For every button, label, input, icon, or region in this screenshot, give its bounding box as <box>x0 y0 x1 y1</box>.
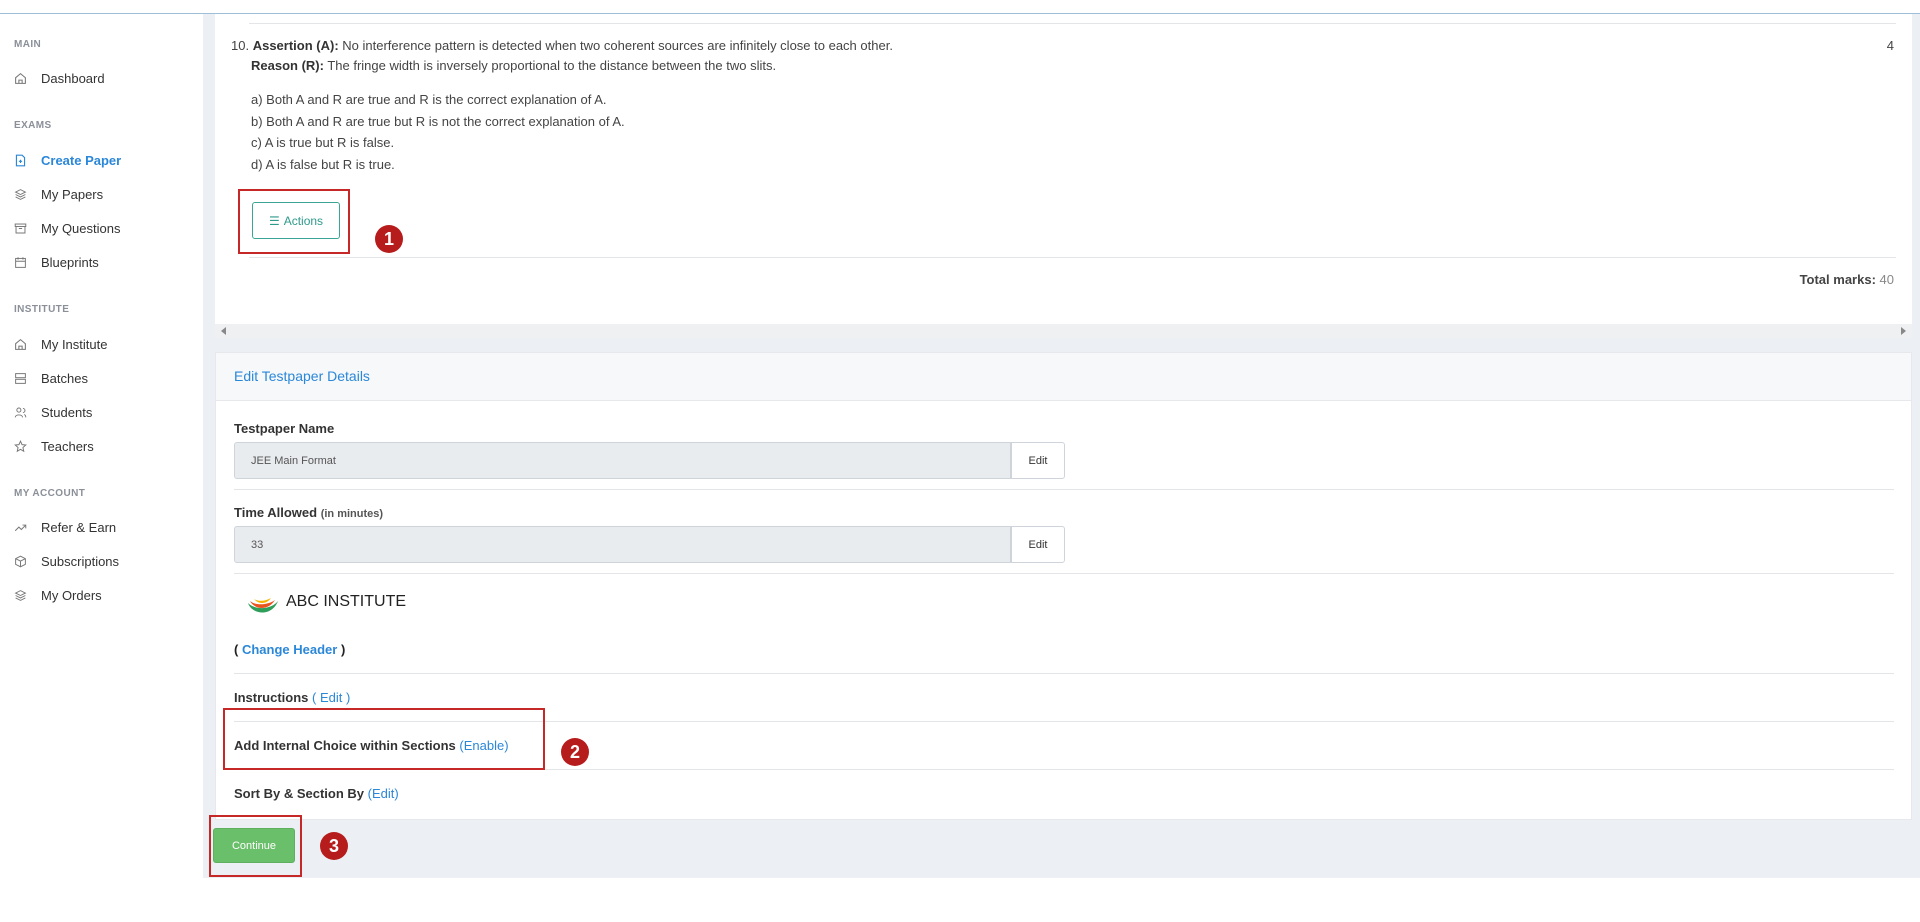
sidebar-item-subscriptions[interactable]: Subscriptions <box>14 549 119 573</box>
sidebar-item-blueprints[interactable]: Blueprints <box>14 250 99 274</box>
instructions-label: Instructions <box>234 690 309 705</box>
annotation-box-3 <box>209 815 302 877</box>
divider <box>234 573 1894 574</box>
assertion-label: Assertion (A): <box>252 38 339 53</box>
sort-label: Sort By & Section By <box>234 786 365 801</box>
horizontal-scrollbar[interactable] <box>215 324 1912 338</box>
layers-icon <box>14 188 27 201</box>
home-icon <box>14 338 27 351</box>
instructions-row: Instructions ( Edit ) <box>234 690 351 705</box>
sidebar-item-my-questions[interactable]: My Questions <box>14 216 120 240</box>
sidebar-item-label: Students <box>41 404 93 420</box>
divider <box>234 489 1894 490</box>
divider <box>234 673 1894 674</box>
sidebar-item-label: Subscriptions <box>41 553 120 569</box>
sidebar-item-my-orders[interactable]: My Orders <box>14 583 102 607</box>
sidebar-item-label: My Orders <box>41 587 102 603</box>
edit-card-header: Edit Testpaper Details <box>216 353 1911 401</box>
reason-label: Reason (R): <box>251 58 324 73</box>
question-card: 10. Assertion (A): No interference patte… <box>215 14 1912 332</box>
annotation-box-2 <box>223 708 545 770</box>
edit-time-button[interactable]: Edit <box>1011 526 1065 563</box>
sidebar-item-label: Create Paper <box>41 152 122 168</box>
divider <box>249 23 1896 24</box>
sidebar-heading-my-account: MY ACCOUNT <box>14 488 86 499</box>
time-allowed-input[interactable]: 33 <box>234 526 1011 563</box>
paren-open: ( <box>234 642 239 657</box>
institute-logo <box>248 598 278 613</box>
calendar-icon <box>14 256 27 269</box>
option-a: a) Both A and R are true and R is the co… <box>251 92 607 107</box>
sidebar: MAIN Dashboard EXAMS Create Paper My Pap… <box>0 14 203 922</box>
sidebar-item-label: My Questions <box>41 220 121 236</box>
change-header-link[interactable]: Change Header <box>242 642 337 657</box>
paren-close: ) <box>340 642 346 657</box>
sidebar-item-label: My Papers <box>41 186 104 202</box>
sort-edit-link[interactable]: Edit <box>372 786 394 801</box>
change-header: ( Change Header ) <box>234 642 345 657</box>
sidebar-item-my-institute[interactable]: My Institute <box>14 332 107 356</box>
annotation-badge-1: 1 <box>375 225 403 253</box>
edit-name-button[interactable]: Edit <box>1011 442 1065 479</box>
sidebar-item-label: Dashboard <box>41 70 105 86</box>
testpaper-name-label: Testpaper Name <box>234 421 335 436</box>
trending-up-icon <box>14 521 27 534</box>
sidebar-item-dashboard[interactable]: Dashboard <box>14 66 105 90</box>
question-assertion: 10. Assertion (A): No interference patte… <box>231 38 893 53</box>
sidebar-heading-exams: EXAMS <box>14 120 52 131</box>
annotation-badge-2: 2 <box>561 738 589 766</box>
sidebar-item-create-paper[interactable]: Create Paper <box>14 148 121 172</box>
sidebar-item-my-papers[interactable]: My Papers <box>14 182 103 206</box>
sidebar-item-batches[interactable]: Batches <box>14 366 88 390</box>
sidebar-item-label: Blueprints <box>41 254 99 270</box>
reason-text: The fringe width is inversely proportion… <box>327 58 777 73</box>
annotation-box-1 <box>238 189 350 254</box>
question-marks: 4 <box>1886 38 1894 53</box>
scroll-left-icon[interactable] <box>221 327 226 335</box>
scroll-right-icon[interactable] <box>1901 327 1906 335</box>
sidebar-heading-main: MAIN <box>14 39 42 50</box>
home-icon <box>14 72 27 85</box>
option-b: b) Both A and R are true but R is not th… <box>251 114 625 129</box>
sidebar-item-students[interactable]: Students <box>14 400 92 424</box>
top-border <box>0 0 1920 14</box>
sidebar-item-label: Batches <box>41 370 88 386</box>
total-marks-value: 40 <box>1879 272 1894 287</box>
sidebar-item-teachers[interactable]: Teachers <box>14 434 94 458</box>
server-icon <box>14 372 27 385</box>
sort-row: Sort By & Section By (Edit) <box>234 786 399 801</box>
assertion-text: No interference pattern is detected when… <box>342 38 893 53</box>
sidebar-item-refer-earn[interactable]: Refer & Earn <box>14 515 116 539</box>
box-icon <box>14 555 27 568</box>
users-icon <box>14 406 27 419</box>
layers-icon <box>14 589 27 602</box>
question-reason: Reason (R): The fringe width is inversel… <box>251 58 776 73</box>
sidebar-item-label: Refer & Earn <box>41 519 117 535</box>
time-unit: (in minutes) <box>320 508 384 520</box>
total-marks-label: Total marks: <box>1799 272 1876 287</box>
edit-testpaper-title[interactable]: Edit Testpaper Details <box>234 368 370 384</box>
instructions-edit-link[interactable]: Edit <box>320 690 342 705</box>
testpaper-name-input[interactable]: JEE Main Format <box>234 442 1011 479</box>
sidebar-item-label: My Institute <box>41 336 108 352</box>
star-icon <box>14 439 27 453</box>
question-number: 10. <box>231 38 250 53</box>
sidebar-heading-institute: INSTITUTE <box>14 304 70 315</box>
divider <box>249 257 1896 258</box>
annotation-badge-3: 3 <box>320 832 348 860</box>
time-allowed-label: Time Allowed (in minutes) <box>234 505 383 520</box>
document-icon <box>14 154 27 167</box>
institute-name: ABC INSTITUTE <box>286 593 407 610</box>
total-marks: Total marks: 40 <box>1800 272 1894 287</box>
sidebar-item-label: Teachers <box>41 438 94 454</box>
option-c: c) A is true but R is false. <box>251 135 395 150</box>
option-d: d) A is false but R is true. <box>251 157 395 172</box>
time-allowed-text: Time Allowed <box>234 505 318 520</box>
archive-icon <box>14 222 27 235</box>
